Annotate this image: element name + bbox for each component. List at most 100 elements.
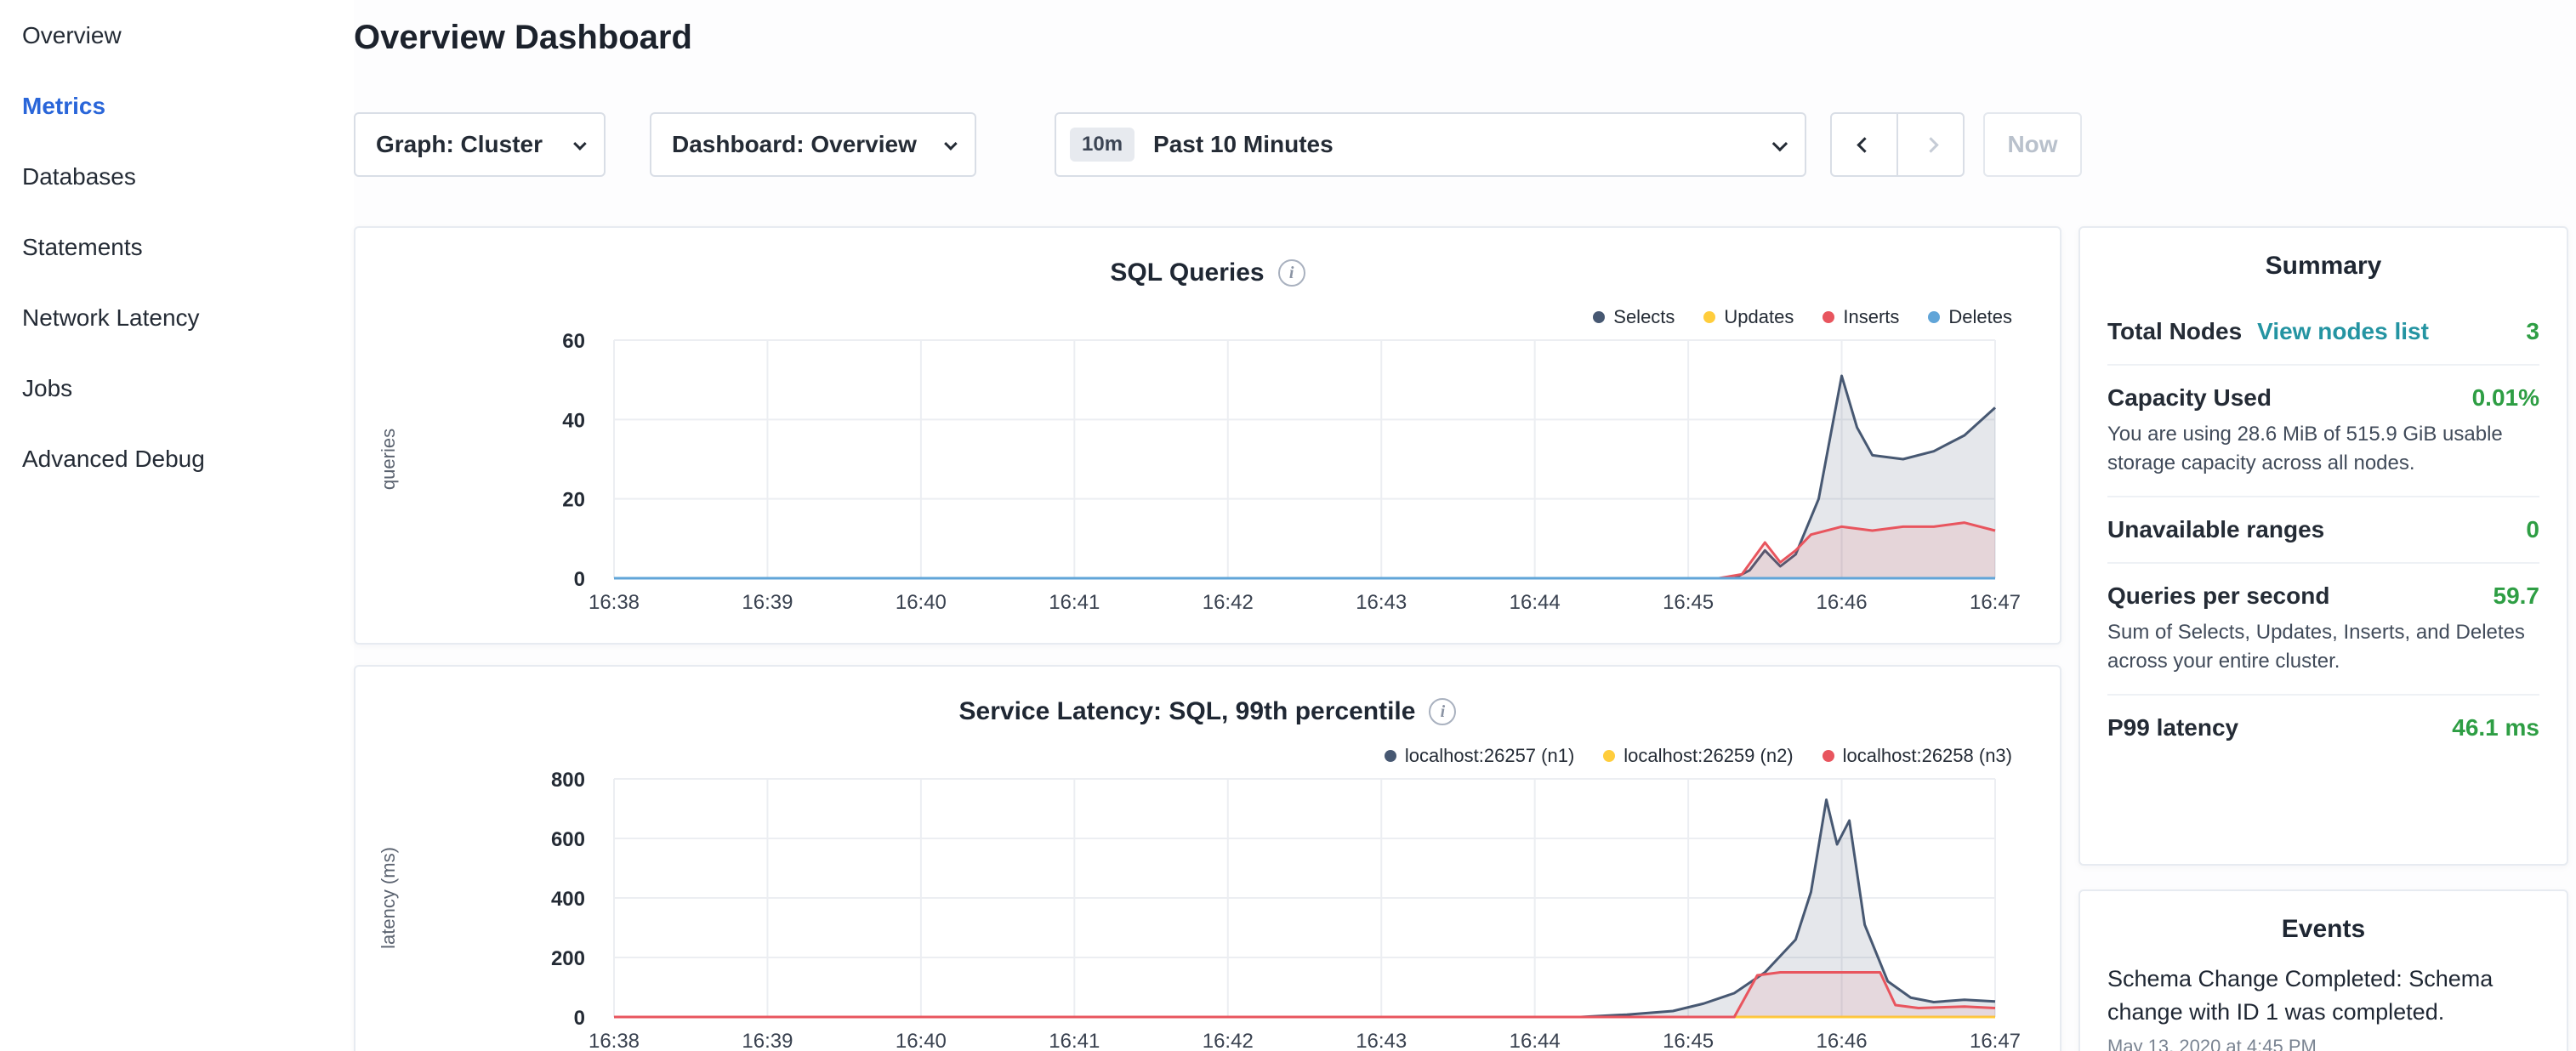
svg-text:0: 0 [574,568,585,591]
dashboard-dropdown[interactable]: Dashboard: Overview [650,112,976,177]
chart-title: Service Latency: SQL, 99th percentile [959,697,1416,726]
legend-dot [1823,311,1834,323]
sidebar-item-overview[interactable]: Overview [0,0,354,71]
legend-item[interactable]: localhost:26257 (n1) [1385,745,1574,767]
chart-legend: localhost:26257 (n1) localhost:26259 (n2)… [1385,745,2012,767]
legend-item[interactable]: Updates [1703,306,1794,328]
sidebar-item-metrics[interactable]: Metrics [0,71,354,141]
summary-title: Summary [2107,252,2539,281]
svg-text:16:46: 16:46 [1817,591,1868,614]
summary-row-queries-per-second: Queries per second 59.7 Sum of Selects, … [2107,564,2539,696]
legend-dot [1593,311,1605,323]
sidebar: Overview Metrics Databases Statements Ne… [0,0,354,1051]
now-button[interactable]: Now [1983,112,2082,177]
chevron-right-icon [1923,137,1938,152]
service-latency-chart-panel: 020040060080016:3816:3916:4016:4116:4216… [354,665,2061,1051]
svg-text:16:44: 16:44 [1510,591,1561,614]
time-back-button[interactable] [1830,112,1898,177]
svg-text:40: 40 [562,409,585,432]
summary-row-label: P99 latency [2107,714,2238,741]
time-forward-button[interactable] [1896,112,1965,177]
legend-label: localhost:26259 (n2) [1624,745,1793,767]
sidebar-item-advanced-debug[interactable]: Advanced Debug [0,423,354,494]
time-range-badge: 10m [1070,128,1134,162]
chart-title-row: SQL Queries i [355,258,2060,287]
graph-scope-dropdown[interactable]: Graph: Cluster [354,112,606,177]
svg-text:200: 200 [551,947,585,970]
summary-row-total-nodes: Total Nodes View nodes list 3 [2107,299,2539,366]
legend-label: localhost:26257 (n1) [1405,745,1574,767]
sql-queries-chart-panel: 0 20 40 60 16:38 16:39 16:40 16:41 16:42 16:43 16:… [354,226,2061,645]
event-text: Schema Change Completed: Schema change w… [2107,963,2539,1029]
time-pager [1830,112,1965,177]
svg-text:16:38: 16:38 [589,1030,640,1051]
svg-text:16:47: 16:47 [1970,1030,2021,1051]
legend-item[interactable]: Inserts [1823,306,1899,328]
svg-text:20: 20 [562,489,585,512]
summary-row-p99-latency: P99 latency 46.1 ms [2107,696,2539,760]
info-icon[interactable]: i [1278,259,1305,287]
svg-text:16:45: 16:45 [1663,591,1714,614]
event-item[interactable]: Schema Change Completed: Schema change w… [2107,963,2539,1051]
legend-label: Updates [1724,306,1794,328]
svg-text:400: 400 [551,888,585,911]
svg-text:16:39: 16:39 [742,591,793,614]
legend-label: Inserts [1843,306,1899,328]
svg-text:queries: queries [378,429,399,490]
time-range-label: Past 10 Minutes [1153,131,1333,158]
svg-text:16:41: 16:41 [1049,1030,1100,1051]
svg-text:16:44: 16:44 [1510,1030,1561,1051]
event-timestamp: May 13, 2020 at 4:45 PM [2107,1036,2539,1051]
summary-row-value: 3 [2526,318,2539,345]
svg-text:16:40: 16:40 [896,1030,947,1051]
view-nodes-list-link[interactable]: View nodes list [2257,318,2429,345]
summary-panel: Summary Total Nodes View nodes list 3 Ca… [2078,226,2568,866]
time-range-dropdown[interactable]: 10m Past 10 Minutes [1055,112,1806,177]
legend-dot [1703,311,1715,323]
chevron-down-icon [1772,135,1788,151]
summary-row-value: 46.1 ms [2452,714,2539,741]
svg-text:600: 600 [551,828,585,851]
svg-text:16:47: 16:47 [1970,591,2021,614]
legend-label: Selects [1613,306,1675,328]
sql-queries-chart[interactable]: 0 20 40 60 16:38 16:39 16:40 16:41 16:42 16:43 16:… [355,228,2060,643]
info-icon[interactable]: i [1429,698,1456,725]
svg-text:16:39: 16:39 [742,1030,793,1051]
svg-text:16:42: 16:42 [1203,591,1254,614]
page-title: Overview Dashboard [354,19,692,57]
legend-dot [1385,750,1396,762]
legend-dot [1928,311,1940,323]
sidebar-item-databases[interactable]: Databases [0,141,354,212]
svg-text:16:46: 16:46 [1817,1030,1868,1051]
chevron-left-icon [1857,137,1872,152]
summary-row-label: Unavailable ranges [2107,516,2324,543]
legend-item[interactable]: Deletes [1928,306,2012,328]
legend-dot [1603,750,1615,762]
legend-dot [1823,750,1834,762]
legend-item[interactable]: localhost:26259 (n2) [1603,745,1793,767]
svg-text:16:42: 16:42 [1203,1030,1254,1051]
legend-item[interactable]: localhost:26258 (n3) [1823,745,2012,767]
sidebar-item-network-latency[interactable]: Network Latency [0,282,354,353]
chart-svg: 0 20 40 60 16:38 16:39 16:40 16:41 16:42 16:43 16:… [355,228,2061,628]
svg-text:latency (ms): latency (ms) [378,847,399,949]
summary-row-value: 0.01% [2472,384,2539,412]
svg-text:60: 60 [562,330,585,353]
svg-text:16:43: 16:43 [1356,591,1407,614]
legend-label: localhost:26258 (n3) [1843,745,2012,767]
svg-text:16:45: 16:45 [1663,1030,1714,1051]
svg-text:16:38: 16:38 [589,591,640,614]
controls-bar: Graph: Cluster Dashboard: Overview 10m P… [354,112,2576,177]
svg-text:0: 0 [574,1007,585,1030]
summary-row-label: Total Nodes [2107,318,2242,345]
sidebar-item-statements[interactable]: Statements [0,212,354,282]
app-root: Overview Metrics Databases Statements Ne… [0,0,2576,1051]
events-panel: Events Schema Change Completed: Schema c… [2078,889,2568,1051]
summary-row-description: You are using 28.6 MiB of 515.9 GiB usab… [2107,420,2539,477]
svg-text:16:40: 16:40 [896,591,947,614]
svg-text:16:41: 16:41 [1049,591,1100,614]
summary-row-capacity-used: Capacity Used 0.01% You are using 28.6 M… [2107,366,2539,497]
legend-label: Deletes [1948,306,2012,328]
sidebar-item-jobs[interactable]: Jobs [0,353,354,423]
legend-item[interactable]: Selects [1593,306,1675,328]
